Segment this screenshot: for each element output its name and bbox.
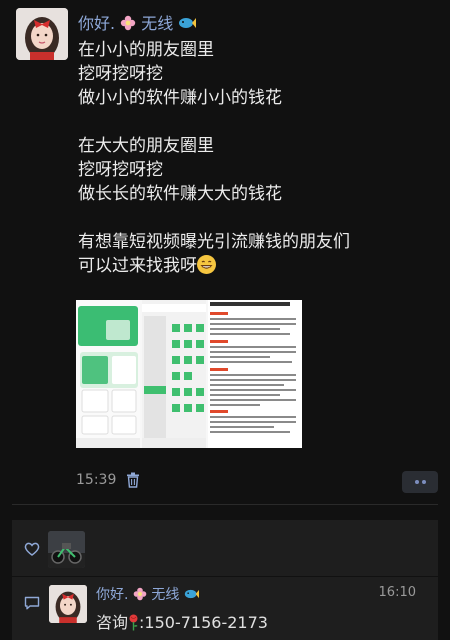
- post-line: 有想靠短视频曝光引流赚钱的朋友们: [78, 232, 350, 252]
- post-line: 在大大的朋友圈里: [78, 136, 214, 156]
- poster-name-suffix: 无线: [141, 14, 174, 33]
- poster-name-text: 你好.: [78, 14, 116, 33]
- fish-icon: [179, 18, 197, 28]
- more-dots-icon: [422, 480, 426, 484]
- post-line: 挖呀挖呀挖: [78, 64, 163, 84]
- commenter-name-text: 你好.: [96, 587, 129, 603]
- comment-icon: [24, 596, 40, 610]
- comment-text-phone: :150-7156-2173: [139, 613, 268, 632]
- comments-panel: 你好. 无线 16:10 咨询 :150-7156-2173: [12, 577, 438, 640]
- post-line: 可以过来找我呀: [78, 256, 197, 276]
- divider: [12, 504, 438, 505]
- post-text: 在小小的朋友圈里 挖呀挖呀挖 做小小的软件赚小小的钱花 在大大的朋友圈里 挖呀挖…: [78, 38, 438, 278]
- post-time: 15:39: [76, 472, 117, 488]
- poster-name[interactable]: 你好. 无线: [78, 10, 197, 34]
- commenter-name[interactable]: 你好. 无线: [96, 584, 199, 604]
- flower-icon: [120, 15, 136, 31]
- trash-icon[interactable]: [126, 472, 140, 488]
- flower-icon: [133, 587, 147, 601]
- fish-icon: [184, 589, 199, 599]
- heart-icon: [24, 542, 40, 556]
- more-actions-button[interactable]: [402, 471, 438, 493]
- post-line: 挖呀挖呀挖: [78, 160, 163, 180]
- comment-text: 咨询 :150-7156-2173: [96, 609, 268, 633]
- rose-icon: [129, 614, 138, 631]
- post-line: 在小小的朋友圈里: [78, 40, 214, 60]
- comment-time: 16:10: [378, 585, 416, 600]
- post-line: 做长长的软件赚大大的钱花: [78, 184, 282, 204]
- comment-text-prefix: 咨询: [96, 613, 129, 632]
- grin-emoji-icon: [197, 255, 216, 274]
- post-line: 做小小的软件赚小小的钱花: [78, 88, 282, 108]
- more-dots-icon: [415, 480, 419, 484]
- likes-panel: [12, 520, 438, 576]
- commenter-avatar[interactable]: [49, 585, 87, 623]
- post-line-last: 可以过来找我呀: [78, 254, 438, 278]
- liker-avatar[interactable]: [48, 531, 85, 568]
- poster-avatar[interactable]: [16, 8, 68, 60]
- post-line-gap: [78, 110, 438, 134]
- post-line-gap: [78, 206, 438, 230]
- commenter-name-suffix: 无线: [151, 587, 180, 603]
- post-image[interactable]: [76, 300, 302, 448]
